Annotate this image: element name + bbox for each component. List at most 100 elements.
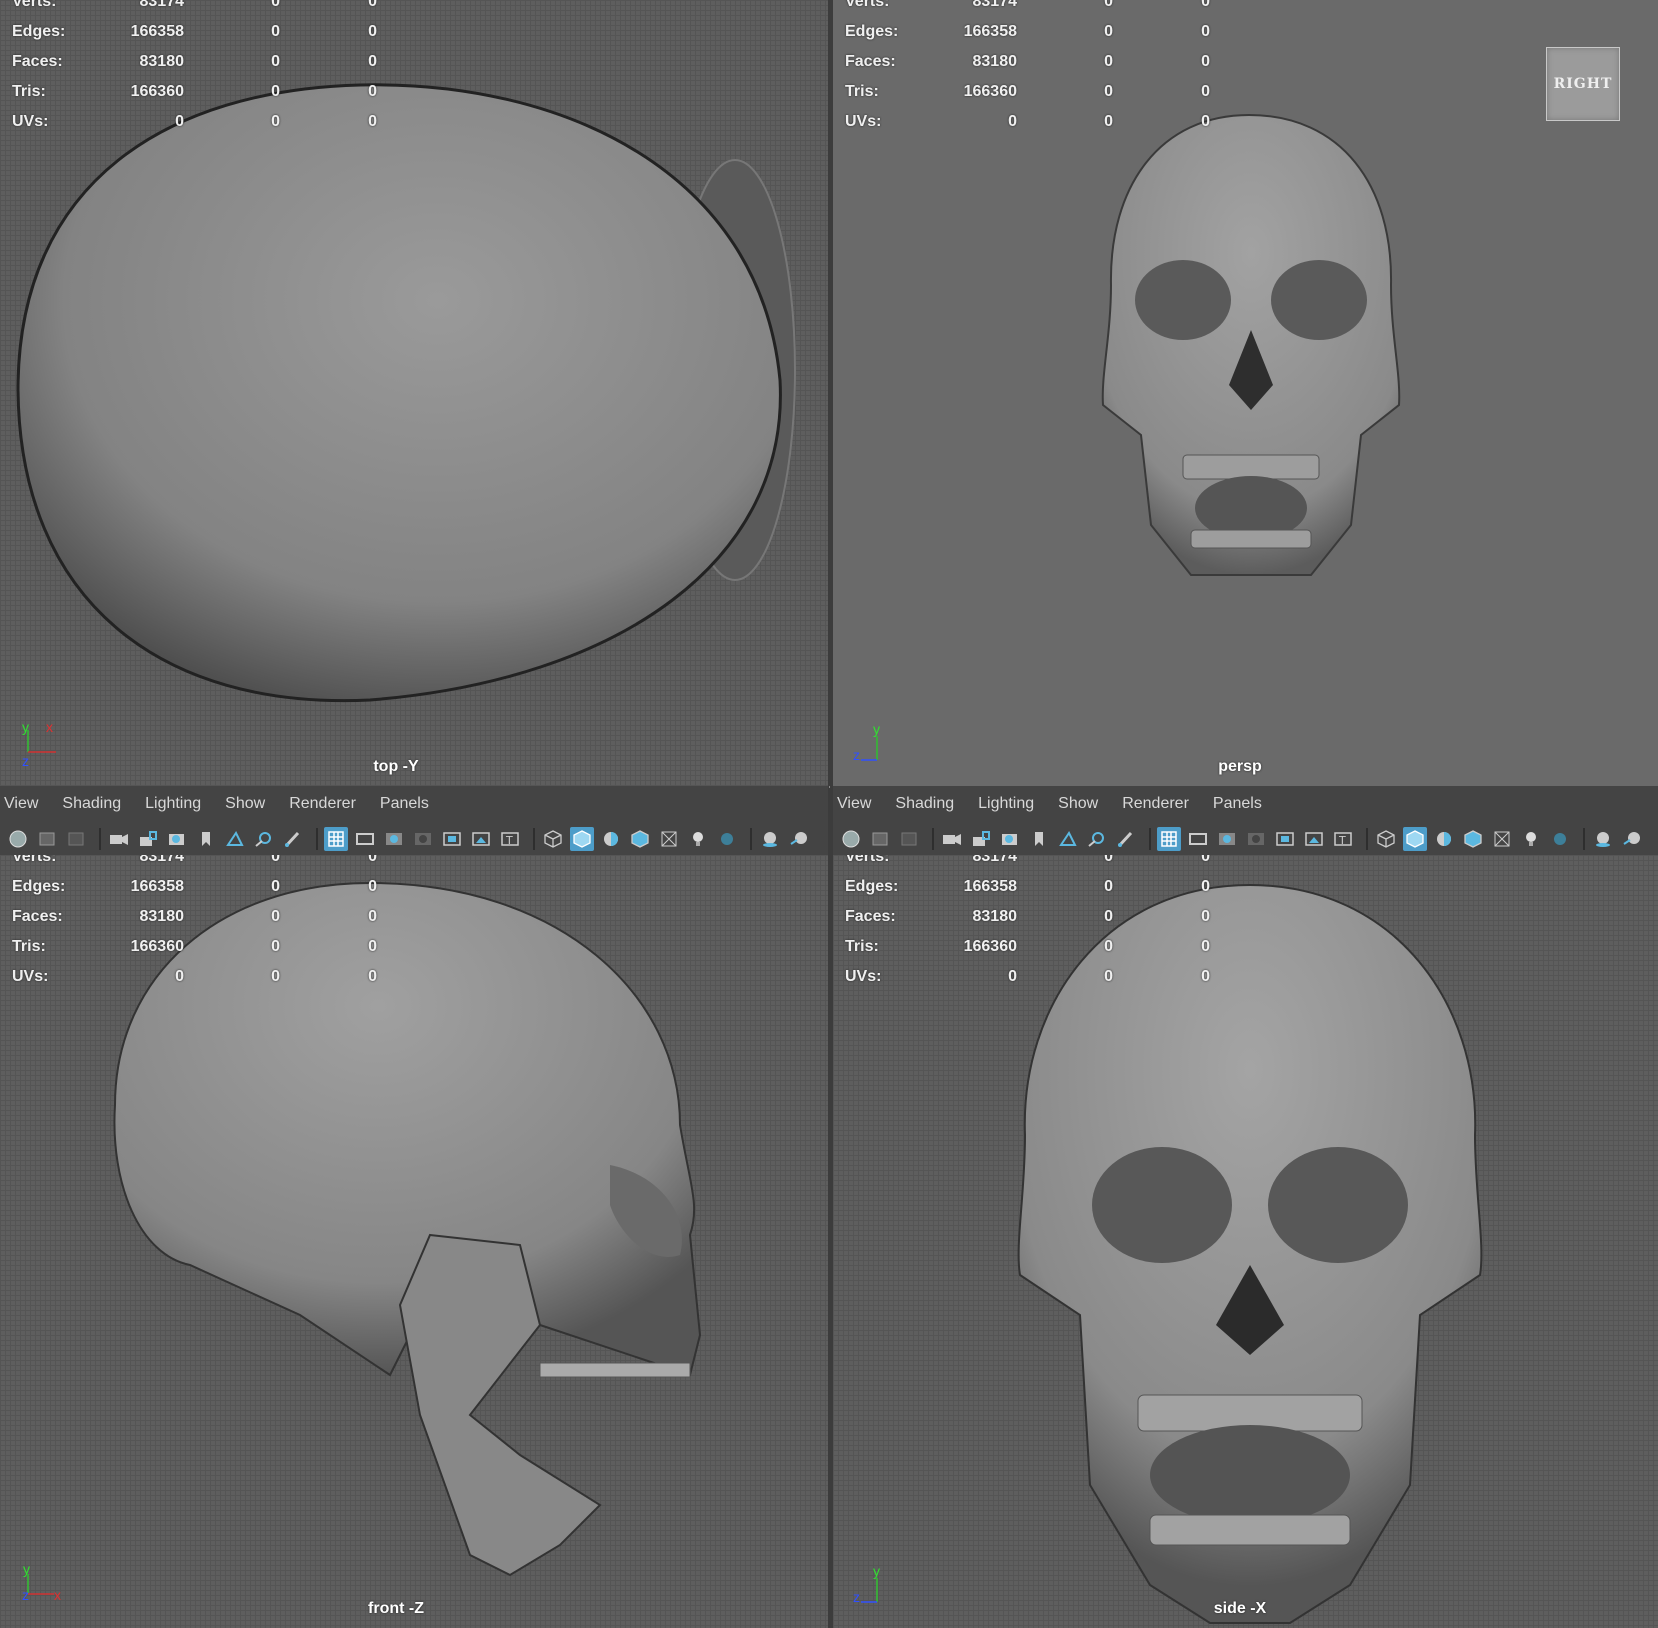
axis-y-label: y <box>873 722 880 737</box>
camera-attributes-icon[interactable] <box>35 827 59 851</box>
verts-components: 0 <box>1201 855 1210 865</box>
viewport-top[interactable]: Verts: 83174 0 0 Edges: 166358 0 0 Faces: 83180… <box>0 0 828 786</box>
wireframe-on-shaded-icon[interactable] <box>628 827 652 851</box>
lock-camera-icon[interactable] <box>136 827 160 851</box>
field-chart-icon[interactable] <box>1273 827 1297 851</box>
view-cube[interactable]: RIGHT <box>1546 47 1620 121</box>
menu-panels[interactable]: Panels <box>380 795 429 813</box>
camera-icon[interactable] <box>107 827 131 851</box>
smooth-shade-icon[interactable] <box>570 826 594 851</box>
select-camera-icon[interactable] <box>839 827 863 851</box>
image-plane-icon[interactable] <box>1056 827 1080 851</box>
menu-shading[interactable]: Shading <box>62 795 121 813</box>
camera-label-persp: persp <box>1218 758 1262 775</box>
menu-shading[interactable]: Shading <box>895 795 954 813</box>
menu-lighting[interactable]: Lighting <box>978 795 1034 813</box>
tris-components: 0 <box>368 938 377 955</box>
toolbar-separator <box>533 827 535 850</box>
menu-show[interactable]: Show <box>225 795 265 813</box>
safe-action-icon[interactable] <box>1302 827 1326 851</box>
gate-mask-icon[interactable] <box>411 827 435 851</box>
shadows-icon[interactable] <box>715 827 739 851</box>
image-plane-icon[interactable] <box>223 827 247 851</box>
toolbar-separator <box>1583 827 1585 850</box>
axis-z-label: z <box>22 753 29 768</box>
panel-menu-bar: View Shading Lighting Show Renderer Pane… <box>0 786 828 822</box>
two-d-pan-icon[interactable] <box>252 827 276 851</box>
camera-label-top: top -Y <box>373 758 419 775</box>
motion-blur-icon[interactable] <box>787 827 811 851</box>
film-gate-toggle-icon[interactable] <box>353 827 377 851</box>
menu-view[interactable]: View <box>4 795 38 813</box>
tris-components: 0 <box>1201 83 1210 100</box>
toolbar-separator <box>1149 827 1151 850</box>
panel-bar-right: View Shading Lighting Show Renderer Pane… <box>833 786 1658 855</box>
safe-title-icon[interactable]: T <box>498 827 522 851</box>
grid-icon[interactable] <box>1157 826 1181 851</box>
motion-blur-icon[interactable] <box>1620 827 1644 851</box>
faces-components: 0 <box>1201 53 1210 70</box>
axis-z-label: z <box>22 1587 29 1603</box>
panel-toolbar: T <box>0 822 828 855</box>
bookmark-icon[interactable] <box>64 827 88 851</box>
menu-lighting[interactable]: Lighting <box>145 795 201 813</box>
bookmark-icon[interactable] <box>897 827 921 851</box>
wireframe-icon[interactable] <box>541 827 565 851</box>
film-gate-icon[interactable] <box>998 827 1022 851</box>
axis-y-label: y <box>873 1564 880 1579</box>
menu-panels[interactable]: Panels <box>1213 795 1262 813</box>
select-camera-icon[interactable] <box>6 827 30 851</box>
uvs-components: 0 <box>1201 113 1210 130</box>
toolbar-separator <box>750 827 752 850</box>
xray-icon[interactable] <box>1490 827 1514 851</box>
axis-y-label: y <box>23 1564 30 1577</box>
camera-attributes-icon[interactable] <box>868 827 892 851</box>
menu-renderer[interactable]: Renderer <box>289 795 356 813</box>
film-gate-toggle-icon[interactable] <box>1186 827 1210 851</box>
verts-components: 0 <box>368 855 377 865</box>
grease-pencil-icon[interactable] <box>1114 827 1138 851</box>
wireframe-on-shaded-icon[interactable] <box>1461 827 1485 851</box>
menu-show[interactable]: Show <box>1058 795 1098 813</box>
lights-icon[interactable] <box>686 827 710 851</box>
wireframe-icon[interactable] <box>1374 827 1398 851</box>
grid-icon[interactable] <box>324 826 348 851</box>
axis-gizmo: y z x <box>22 1564 61 1603</box>
two-d-pan-icon[interactable] <box>1085 827 1109 851</box>
camera-icon[interactable] <box>940 827 964 851</box>
gate-mask-icon[interactable] <box>1244 827 1268 851</box>
film-gate-icon[interactable] <box>165 827 189 851</box>
ambient-occlusion-icon[interactable] <box>1591 827 1615 851</box>
axis-gizmo: y x z <box>22 722 56 768</box>
verts-components: 0 <box>1201 0 1210 10</box>
menu-view[interactable]: View <box>837 795 871 813</box>
shadows-icon[interactable] <box>1548 827 1572 851</box>
safe-title-icon[interactable]: T <box>1331 827 1355 851</box>
bookmark-camera-icon[interactable] <box>1027 827 1051 851</box>
viewport-persp[interactable]: Verts: 83174 0 0 Edges: 166358 0 0 Faces: 83180… <box>833 0 1658 786</box>
viewport-front[interactable]: Verts: 83174 0 0 Edges: 166358 0 0 Faces: 83180… <box>0 855 828 1628</box>
smooth-shade-icon[interactable] <box>1403 826 1427 851</box>
lock-camera-icon[interactable] <box>969 827 993 851</box>
viewport-side[interactable]: Verts: 83174 0 0 Edges: 166358 0 0 Faces: 83180… <box>833 855 1658 1628</box>
grease-pencil-icon[interactable] <box>281 827 305 851</box>
axis-z-label: z <box>853 1589 860 1605</box>
axis-z-label: z <box>853 747 860 763</box>
menu-renderer[interactable]: Renderer <box>1122 795 1189 813</box>
panel-bar-left: View Shading Lighting Show Renderer Pane… <box>0 786 828 855</box>
default-material-icon[interactable] <box>599 827 623 851</box>
default-material-icon[interactable] <box>1432 827 1456 851</box>
panel-toolbar: T <box>833 822 1658 855</box>
xray-icon[interactable] <box>657 827 681 851</box>
edges-components: 0 <box>368 23 377 40</box>
safe-action-icon[interactable] <box>469 827 493 851</box>
edges-components: 0 <box>1201 23 1210 40</box>
camera-label-front: front -Z <box>368 1600 424 1617</box>
field-chart-icon[interactable] <box>440 827 464 851</box>
resolution-gate-icon[interactable] <box>1215 827 1239 851</box>
uvs-components: 0 <box>368 968 377 985</box>
lights-icon[interactable] <box>1519 827 1543 851</box>
bookmark-camera-icon[interactable] <box>194 827 218 851</box>
resolution-gate-icon[interactable] <box>382 827 406 851</box>
ambient-occlusion-icon[interactable] <box>758 827 782 851</box>
